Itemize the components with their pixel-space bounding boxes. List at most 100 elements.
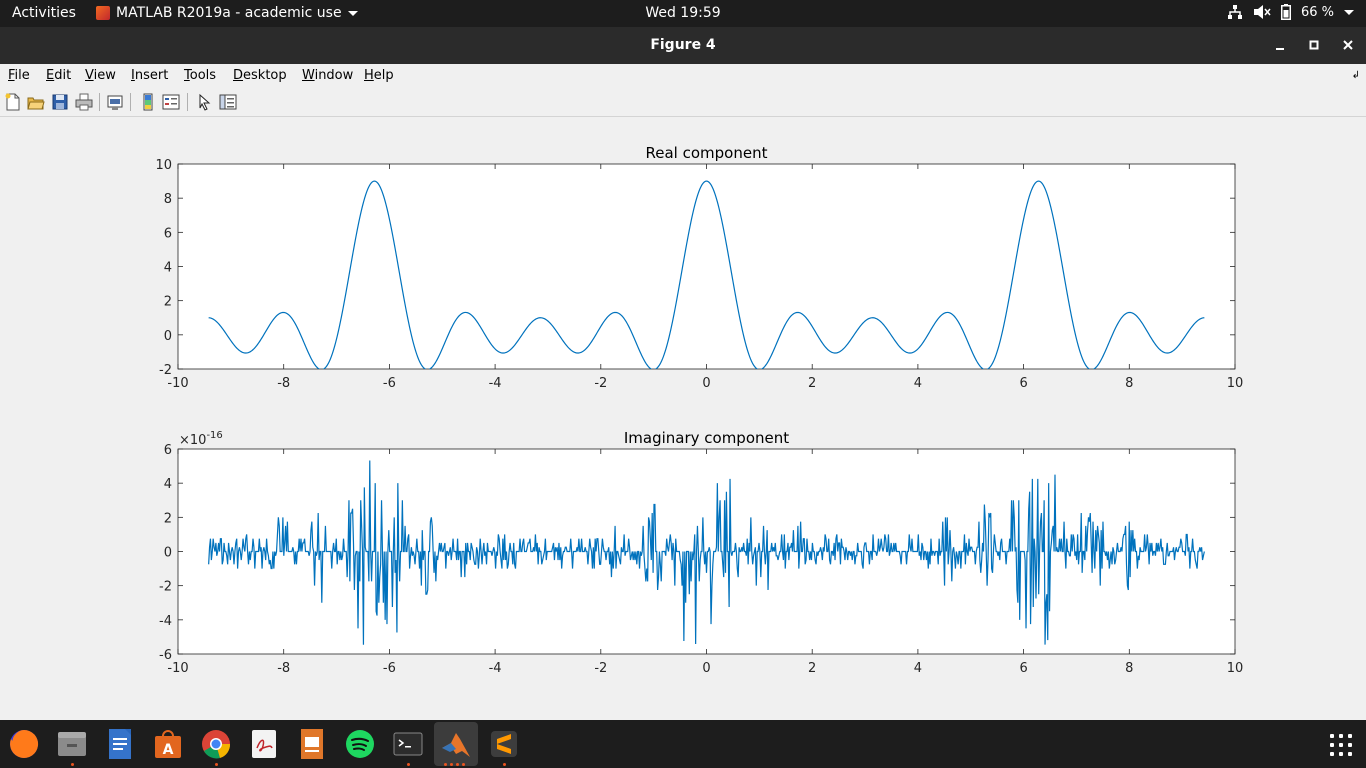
battery-icon (1280, 4, 1291, 20)
close-button[interactable] (1338, 35, 1358, 55)
running-indicator (456, 763, 459, 766)
y-tick-label: -2 (159, 363, 172, 378)
print-icon[interactable] (75, 93, 93, 111)
menu-help[interactable]: Help (364, 68, 394, 83)
menu-file[interactable]: File (8, 68, 30, 83)
dock: A (0, 720, 1366, 768)
property-inspector-icon[interactable] (219, 93, 237, 111)
running-indicator (450, 763, 453, 766)
software-center-icon[interactable]: A (152, 728, 184, 760)
running-indicator (444, 763, 447, 766)
matlab-icon (96, 6, 110, 20)
x-tick-label: -10 (167, 661, 188, 676)
chevron-down-icon (1344, 9, 1354, 15)
y-tick-label: 2 (164, 295, 172, 310)
app-menu[interactable]: MATLAB R2019a - academic use (96, 5, 358, 21)
y-tick-label: 4 (164, 261, 172, 276)
x-tick-label: -2 (594, 661, 607, 676)
maximize-button[interactable] (1304, 35, 1324, 55)
y-tick-label: 10 (155, 158, 172, 173)
terminal-icon[interactable] (392, 728, 424, 760)
insert-colorbar-icon[interactable] (139, 93, 157, 111)
edit-plot-icon[interactable] (195, 93, 213, 111)
imaginary-component-axes: -10 -8 -6 -4 -2 0 2 4 6 8 10 -6 -4 -2 0 2 4 6 Imaginary co… (159, 429, 1243, 676)
firefox-icon[interactable] (8, 728, 40, 760)
chevron-down-icon (347, 10, 358, 16)
clock[interactable]: Wed 19:59 (645, 5, 720, 21)
x-tick-label: 4 (914, 661, 922, 676)
x-tick-label: 0 (702, 661, 710, 676)
document-viewer-icon[interactable] (248, 728, 280, 760)
menu-tools[interactable]: Tools (184, 68, 216, 83)
dock-figure-icon[interactable]: ↲ (1352, 70, 1360, 81)
insert-legend-icon[interactable] (162, 93, 180, 111)
menu-view[interactable]: View (85, 68, 116, 83)
files-icon[interactable] (56, 728, 88, 760)
top-bar: Activities MATLAB R2019a - academic use … (0, 0, 1366, 27)
x-tick-label: -2 (594, 376, 607, 391)
maximize-icon (1309, 40, 1319, 50)
close-icon (1343, 40, 1353, 50)
x-tick-label: -6 (383, 376, 396, 391)
figure-plots: -10 -8 -6 -4 -2 0 2 4 6 8 10 -2 0 2 4 6 8 10 Real componen… (155, 144, 1243, 676)
new-figure-icon[interactable] (4, 93, 22, 111)
y-tick-label: 2 (164, 511, 172, 526)
x-tick-label: 8 (1125, 661, 1133, 676)
menu-window[interactable]: Window (302, 68, 353, 83)
y-tick-label: -2 (159, 580, 172, 595)
volume-muted-icon (1253, 5, 1271, 19)
running-indicator (407, 763, 410, 766)
system-tray[interactable]: 66 % (1227, 4, 1354, 20)
app-menu-label: MATLAB R2019a - academic use (116, 5, 342, 21)
menu-edit[interactable]: Edit (46, 68, 71, 83)
activities-button[interactable]: Activities (12, 5, 76, 21)
menu-desktop[interactable]: Desktop (233, 68, 287, 83)
impress-icon[interactable] (296, 728, 328, 760)
menu-bar: File Edit View Insert Tools Desktop Window Help… (0, 64, 1366, 88)
writer-icon[interactable] (104, 728, 136, 760)
y-tick-label: 8 (164, 192, 172, 207)
link-plot-icon[interactable] (106, 93, 124, 111)
figure-canvas[interactable]: -10 -8 -6 -4 -2 0 2 4 6 8 10 -2 0 2 4 6 8 10 Real componen… (0, 117, 1366, 720)
sublime-text-icon[interactable] (488, 728, 520, 760)
toolbar-separator (130, 93, 131, 111)
running-indicator (215, 763, 218, 766)
figure-toolbar (0, 88, 1366, 117)
y-exponent-label: ×10-16 (179, 430, 223, 448)
battery-percent: 66 % (1300, 4, 1334, 20)
x-tick-label: 0 (702, 376, 710, 391)
x-tick-label: -8 (277, 376, 290, 391)
x-tick-label: -4 (489, 376, 502, 391)
save-icon[interactable] (51, 93, 69, 111)
x-tick-label: 6 (1019, 376, 1027, 391)
matlab-icon[interactable] (440, 728, 472, 760)
chrome-icon[interactable] (200, 728, 232, 760)
x-tick-label: -8 (277, 661, 290, 676)
y-tick-label: 6 (164, 443, 172, 458)
chart-title: Imaginary component (624, 429, 789, 447)
y-tick-label: -6 (159, 648, 172, 663)
menu-insert[interactable]: Insert (131, 68, 168, 83)
y-tick-label: 6 (164, 226, 172, 241)
show-applications-icon[interactable] (1330, 734, 1352, 756)
toolbar-separator (187, 93, 188, 111)
open-file-icon[interactable] (27, 93, 45, 111)
x-tick-label: 4 (914, 376, 922, 391)
window-title-bar[interactable]: Figure 4 (0, 27, 1366, 64)
y-tick-label: 0 (164, 546, 172, 561)
running-indicator (503, 763, 506, 766)
x-tick-label: -10 (167, 376, 188, 391)
window-title: Figure 4 (650, 37, 716, 53)
running-indicator (71, 763, 74, 766)
toolbar-separator (99, 93, 100, 111)
x-tick-label: 10 (1227, 661, 1244, 676)
minimize-icon (1276, 48, 1284, 50)
network-icon (1227, 5, 1242, 19)
x-tick-label: 10 (1227, 376, 1244, 391)
real-component-axes: -10 -8 -6 -4 -2 0 2 4 6 8 10 -2 0 2 4 6 8 10 Real componen… (155, 144, 1243, 391)
x-tick-label: 6 (1019, 661, 1027, 676)
spotify-icon[interactable] (344, 728, 376, 760)
minimize-button[interactable] (1270, 35, 1290, 55)
y-tick-label: 4 (164, 477, 172, 492)
chart-title: Real component (646, 144, 768, 162)
